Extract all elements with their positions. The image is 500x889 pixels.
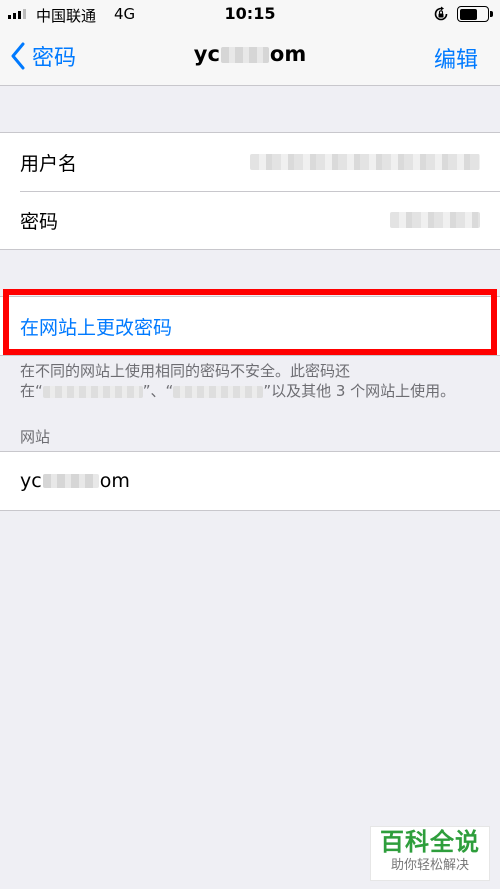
password-row[interactable]: 密码 bbox=[0, 191, 500, 249]
username-label: 用户名 bbox=[20, 152, 78, 175]
status-bar: 中国联通 4G 10:15 bbox=[0, 0, 500, 28]
change-password-group: 在网站上更改密码 bbox=[0, 296, 500, 356]
navigation-bar: 密码 yc om 编辑 bbox=[0, 28, 500, 86]
warning-line-2: 在“ ”、“ ”以及其他 3 个网站上使用。 bbox=[20, 382, 456, 400]
change-password-on-website-button[interactable]: 在网站上更改密码 bbox=[0, 297, 500, 355]
website-row[interactable]: yc om bbox=[0, 452, 500, 510]
username-row[interactable]: 用户名 bbox=[0, 133, 500, 191]
redacted-site-1 bbox=[42, 385, 143, 398]
password-reuse-warning: 在不同的网站上使用相同的密码不安全。此密码还 在“ ”、“ ”以及其他 3 个网站上… bbox=[20, 361, 490, 401]
redacted-site-2 bbox=[173, 385, 264, 398]
watermark-title: 百科全说 bbox=[380, 828, 480, 856]
redacted-username bbox=[250, 154, 480, 170]
warning-line-1: 在不同的网站上使用相同的密码不安全。此密码还 bbox=[20, 362, 351, 380]
websites-group: yc om bbox=[0, 451, 500, 511]
back-button-label: 密码 bbox=[32, 46, 77, 71]
orientation-lock-icon bbox=[434, 6, 448, 21]
chevron-left-icon bbox=[11, 42, 25, 70]
page-title-start: yc bbox=[193, 42, 220, 66]
edit-button[interactable]: 编辑 bbox=[434, 42, 478, 74]
watermark-logo: 百科全说 助你轻松解决 bbox=[370, 826, 490, 881]
page-title: yc om bbox=[120, 42, 380, 66]
page-title-end: om bbox=[269, 42, 307, 66]
redacted-domain bbox=[220, 47, 269, 63]
password-label: 密码 bbox=[20, 210, 59, 233]
battery-icon bbox=[457, 6, 493, 22]
redacted-password bbox=[390, 212, 480, 228]
redacted-website bbox=[42, 474, 99, 488]
back-button[interactable]: 密码 bbox=[10, 40, 76, 72]
websites-section-header: 网站 bbox=[20, 428, 51, 446]
change-password-label: 在网站上更改密码 bbox=[20, 316, 173, 339]
website-end: om bbox=[99, 470, 130, 492]
credentials-group: 用户名 密码 bbox=[0, 132, 500, 250]
watermark-subtitle: 助你轻松解决 bbox=[390, 858, 469, 873]
clock: 10:15 bbox=[224, 4, 276, 23]
website-start: yc bbox=[20, 470, 42, 492]
